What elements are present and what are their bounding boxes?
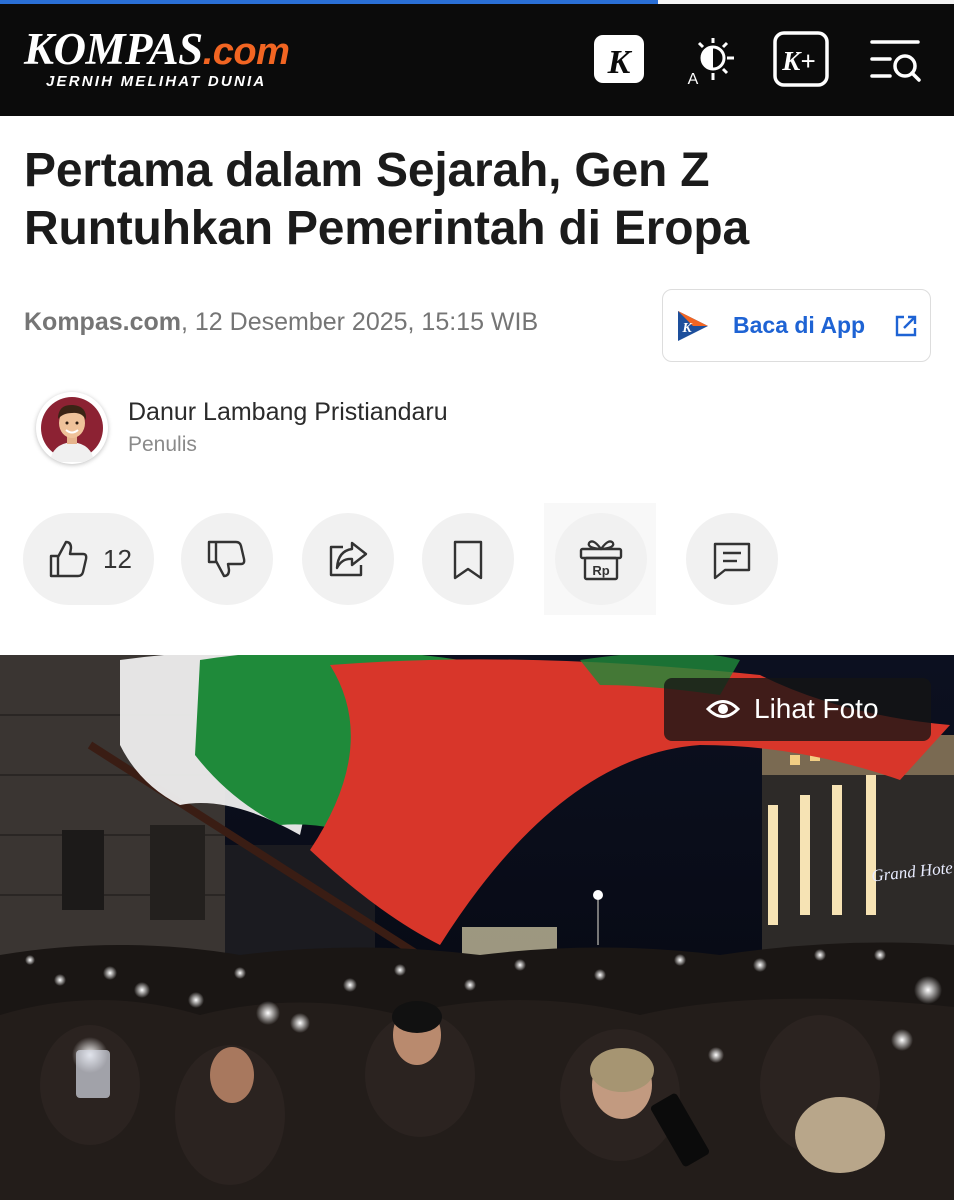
thumbs-up-icon	[49, 540, 88, 578]
svg-text:K: K	[681, 321, 693, 336]
share-button[interactable]	[302, 513, 394, 605]
article-datetime: 12 Desember 2025, 15:15 WIB	[194, 308, 539, 336]
svg-text:A: A	[688, 71, 699, 88]
external-link-icon	[895, 315, 917, 337]
article-meta: Kompas.com, 12 Desember 2025, 15:15 WIB	[24, 308, 538, 337]
logo-tagline: JERNIH MELIHAT DUNIA	[46, 73, 267, 90]
meta-separator: ,	[180, 308, 195, 336]
svg-text:K: K	[607, 44, 633, 81]
article-title: Pertama dalam Sejarah, Gen Z Runtuhkan P…	[24, 144, 749, 255]
author-avatar[interactable]	[36, 392, 108, 464]
view-photo-label: Lihat Foto	[754, 693, 879, 724]
author-role: Penulis	[128, 433, 197, 456]
comment-button[interactable]	[686, 513, 778, 605]
gift-rp-icon: Rp	[579, 540, 623, 581]
like-button[interactable]: 12	[23, 513, 154, 605]
bookmark-button[interactable]	[422, 513, 514, 605]
logo-brand: KOMPAS	[24, 24, 203, 74]
gift-button[interactable]: Rp	[555, 513, 647, 605]
comment-icon	[713, 542, 751, 580]
logo-tld: .com	[202, 31, 290, 73]
display-mode-icon[interactable]: A	[682, 30, 740, 88]
read-in-app-label: Baca di App	[733, 312, 866, 338]
like-count: 12	[103, 544, 132, 574]
eye-icon	[706, 700, 740, 718]
read-in-app-button[interactable]: K Baca di App	[662, 289, 931, 362]
kompas-app-icon: K	[678, 311, 708, 341]
dislike-button[interactable]	[181, 513, 273, 605]
view-photo-button[interactable]: Lihat Foto	[664, 678, 931, 741]
menu-search-icon[interactable]	[866, 30, 924, 88]
bookmark-icon	[453, 540, 483, 580]
thumbs-down-icon	[207, 540, 246, 578]
author-avatar-illustration	[41, 397, 103, 462]
kompas-k-icon[interactable]: K	[590, 30, 648, 88]
article-source[interactable]: Kompas.com	[24, 308, 181, 336]
site-header: KOMPAS.com JERNIH MELIHAT DUNIA K A K+	[0, 0, 954, 116]
author-name[interactable]: Danur Lambang Pristiandaru	[128, 398, 448, 427]
reading-progress-bar	[0, 0, 954, 4]
svg-text:Rp: Rp	[592, 563, 609, 578]
share-icon	[329, 541, 368, 577]
kompas-plus-icon[interactable]: K+	[772, 30, 830, 88]
kompas-logo[interactable]: KOMPAS.com JERNIH MELIHAT DUNIA	[24, 26, 324, 96]
reading-progress-fill	[0, 0, 659, 4]
svg-text:K+: K+	[781, 46, 815, 76]
